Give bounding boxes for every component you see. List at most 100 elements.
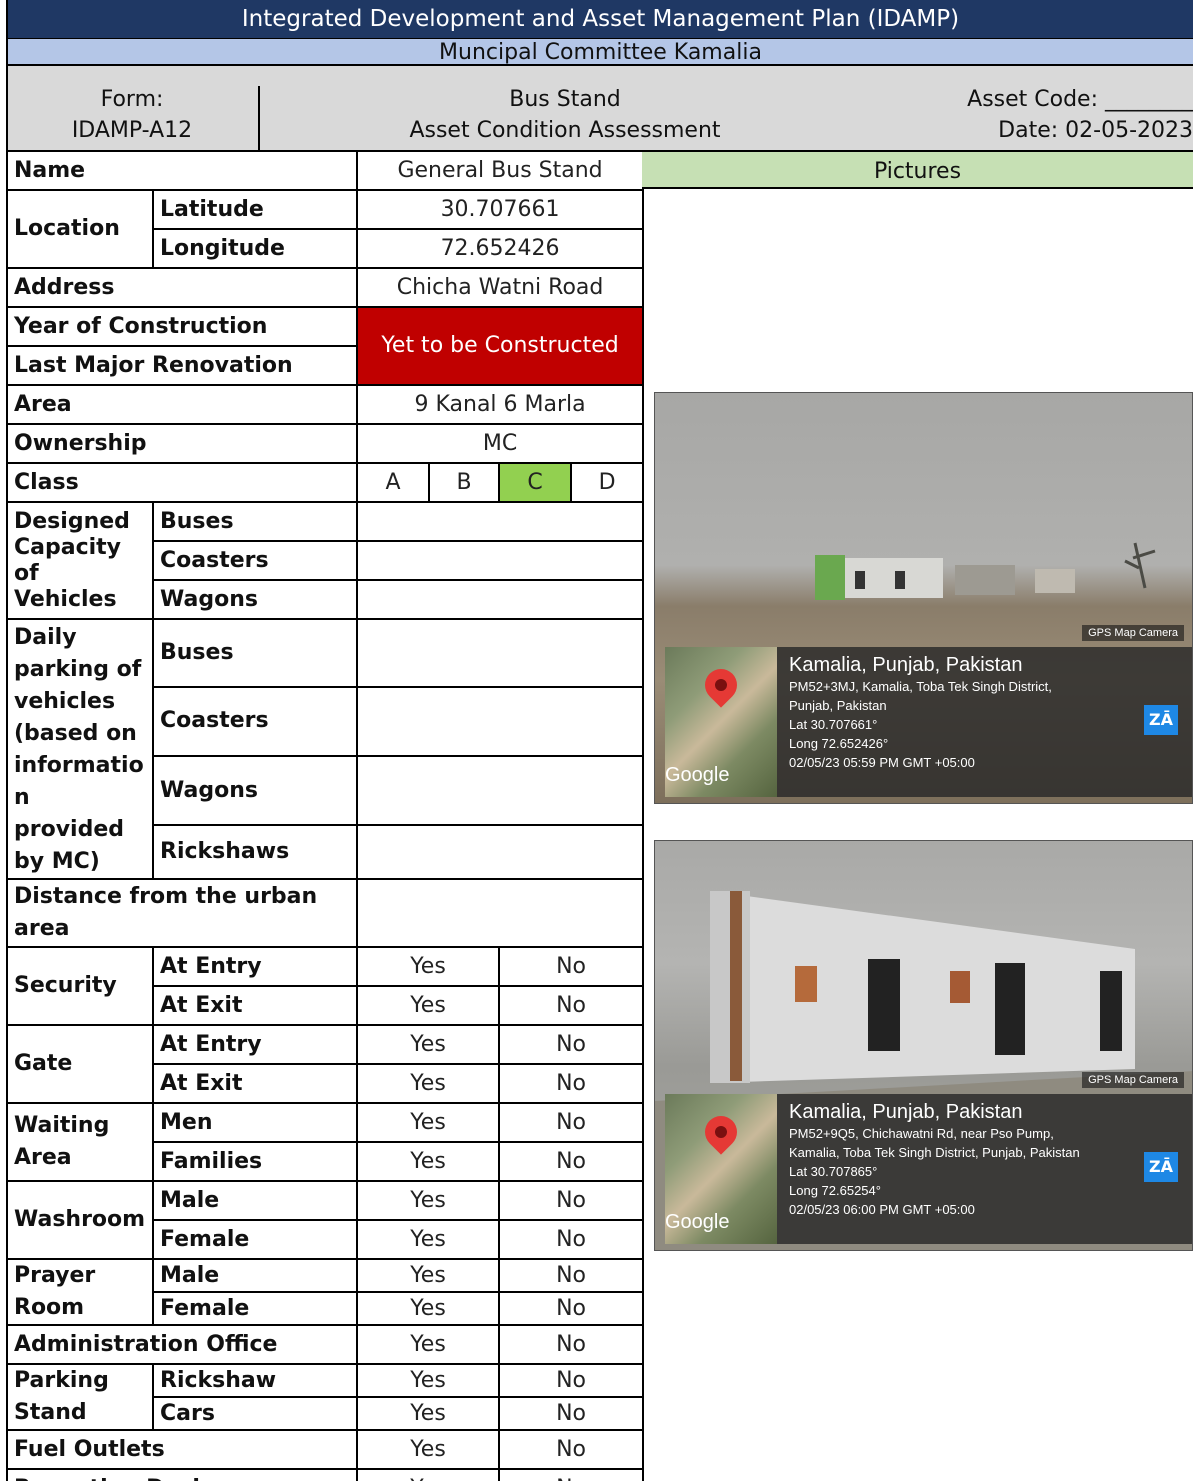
asset-code: Asset Code: ________ — [967, 87, 1193, 112]
longitude-label: Longitude — [151, 228, 359, 269]
class-option-b: B — [428, 462, 501, 503]
designed-coasters-label: Coasters — [151, 540, 359, 581]
security-exit-yes: Yes — [356, 985, 501, 1026]
washroom-male-no: No — [498, 1180, 645, 1221]
gps-address-line-2: Kamalia, Toba Tek Singh District, Punjab… — [789, 1145, 1080, 1160]
daily-buses-label: Buses — [151, 618, 359, 688]
gate-exit-no: No — [498, 1063, 645, 1104]
gps-overlay-1: GPS Map Camera Google Kamalia, Punjab, P… — [665, 625, 1192, 797]
security-exit-no: No — [498, 985, 645, 1026]
google-logo: Google — [665, 764, 730, 786]
latitude-label: Latitude — [151, 189, 359, 230]
prayer-male-no: No — [498, 1258, 645, 1293]
document-title: Integrated Development and Asset Managem… — [6, 0, 1193, 38]
ownership-value: MC — [356, 423, 645, 464]
gps-camera-badge: GPS Map Camera — [1082, 1072, 1184, 1088]
gps-longitude: Long 72.652426° — [789, 736, 889, 751]
washroom-male-label: Male — [151, 1180, 359, 1221]
gps-text-1: Kamalia, Punjab, Pakistan PM52+3MJ, Kama… — [789, 653, 1052, 772]
ownership-label: Ownership — [5, 423, 359, 464]
washroom-female-label: Female — [151, 1219, 359, 1260]
gps-latitude: Lat 30.707865° — [789, 1164, 878, 1179]
name-label: Name — [5, 150, 359, 191]
designed-wagons-value — [356, 579, 645, 620]
admin-office-no: No — [498, 1324, 645, 1365]
parking-stand-label: Parking Stand — [6, 1363, 154, 1431]
washroom-male-yes: Yes — [356, 1180, 501, 1221]
gate-entry-label: At Entry — [151, 1024, 359, 1065]
gps-text-2: Kamalia, Punjab, Pakistan PM52+9Q5, Chic… — [789, 1100, 1080, 1219]
assessment-date: Date: 02-05-2023 — [998, 118, 1193, 143]
gps-address-line-1: PM52+9Q5, Chichawatni Rd, near Pso Pump, — [789, 1126, 1054, 1141]
location-label: Location — [6, 189, 154, 269]
latitude-value: 30.707661 — [356, 189, 645, 230]
area-label: Area — [5, 384, 359, 425]
year-of-construction-label: Year of Construction — [5, 306, 359, 347]
prayer-female-label: Female — [151, 1291, 359, 1326]
gate-entry-yes: Yes — [356, 1024, 501, 1065]
last-renovation-label: Last Major Renovation — [5, 345, 359, 386]
waiting-men-yes: Yes — [356, 1102, 501, 1143]
daily-coasters-label: Coasters — [151, 685, 359, 758]
gps-longitude: Long 72.65254° — [789, 1183, 881, 1198]
class-option-a: A — [356, 462, 431, 503]
washroom-female-no: No — [498, 1219, 645, 1260]
gps-city: Kamalia, Punjab, Pakistan — [789, 654, 1023, 676]
assessment-form: Name General Bus Stand Location Latitude… — [5, 150, 645, 1481]
class-option-d: D — [570, 462, 645, 503]
daily-coasters-value — [356, 685, 645, 758]
waiting-area-label: Waiting Area — [6, 1102, 154, 1182]
gate-entry-no: No — [498, 1024, 645, 1065]
header-divider — [258, 86, 260, 150]
pictures-header: Pictures — [642, 150, 1193, 189]
fuel-outlets-no: No — [498, 1429, 645, 1470]
prayer-male-yes: Yes — [356, 1258, 501, 1293]
gps-address-line-1: PM52+3MJ, Kamalia, Toba Tek Singh Distri… — [789, 679, 1052, 694]
distance-label: Distance from the urban area — [5, 878, 359, 948]
security-entry-label: At Entry — [151, 946, 359, 987]
map-thumbnail: Google — [665, 647, 777, 797]
area-value: 9 Kanal 6 Marla — [356, 384, 645, 425]
fuel-outlets-yes: Yes — [356, 1429, 501, 1470]
construction-status: Yet to be Constructed — [356, 306, 645, 386]
gate-exit-label: At Exit — [151, 1063, 359, 1104]
map-thumbnail: Google — [665, 1094, 777, 1244]
parking-cars-label: Cars — [151, 1396, 359, 1431]
gps-overlay-2: GPS Map Camera Google Kamalia, Punjab, P… — [665, 1072, 1192, 1244]
waiting-families-yes: Yes — [356, 1141, 501, 1182]
designed-buses-label: Buses — [151, 501, 359, 542]
prayer-male-label: Male — [151, 1258, 359, 1293]
daily-buses-value — [356, 618, 645, 688]
app-logo-icon: ZĀ — [1144, 705, 1178, 735]
security-exit-label: At Exit — [151, 985, 359, 1026]
gate-exit-yes: Yes — [356, 1063, 501, 1104]
daily-rickshaws-value — [356, 824, 645, 880]
designed-coasters-value — [356, 540, 645, 581]
address-label: Address — [5, 267, 359, 308]
name-value: General Bus Stand — [356, 150, 645, 191]
designed-wagons-label: Wagons — [151, 579, 359, 620]
reception-desk-yes: Yes — [356, 1468, 501, 1481]
document-subtitle: Muncipal Committee Kamalia — [6, 38, 1193, 66]
prayer-female-no: No — [498, 1291, 645, 1326]
app-logo-icon: ZĀ — [1144, 1152, 1178, 1182]
gps-address-line-2: Punjab, Pakistan — [789, 698, 887, 713]
designed-buses-value — [356, 501, 645, 542]
waiting-families-label: Families — [151, 1141, 359, 1182]
form-label: Form: — [100, 87, 164, 112]
assessment-title: Asset Condition Assessment — [409, 118, 721, 143]
gps-city: Kamalia, Punjab, Pakistan — [789, 1101, 1023, 1123]
gps-latitude: Lat 30.707661° — [789, 717, 878, 732]
washroom-female-yes: Yes — [356, 1219, 501, 1260]
distance-value — [356, 878, 645, 948]
asset-type: Bus Stand — [509, 87, 621, 112]
reception-desk-label: Reception Desk — [5, 1468, 359, 1481]
gps-timestamp: 02/05/23 06:00 PM GMT +05:00 — [789, 1202, 975, 1217]
fuel-outlets-label: Fuel Outlets — [5, 1429, 359, 1470]
gate-label: Gate — [6, 1024, 154, 1104]
site-photo-1: GPS Map Camera Google Kamalia, Punjab, P… — [654, 392, 1193, 804]
gps-timestamp: 02/05/23 05:59 PM GMT +05:00 — [789, 755, 975, 770]
address-value: Chicha Watni Road — [356, 267, 645, 308]
map-pin-icon — [698, 1109, 744, 1155]
security-entry-yes: Yes — [356, 946, 501, 987]
